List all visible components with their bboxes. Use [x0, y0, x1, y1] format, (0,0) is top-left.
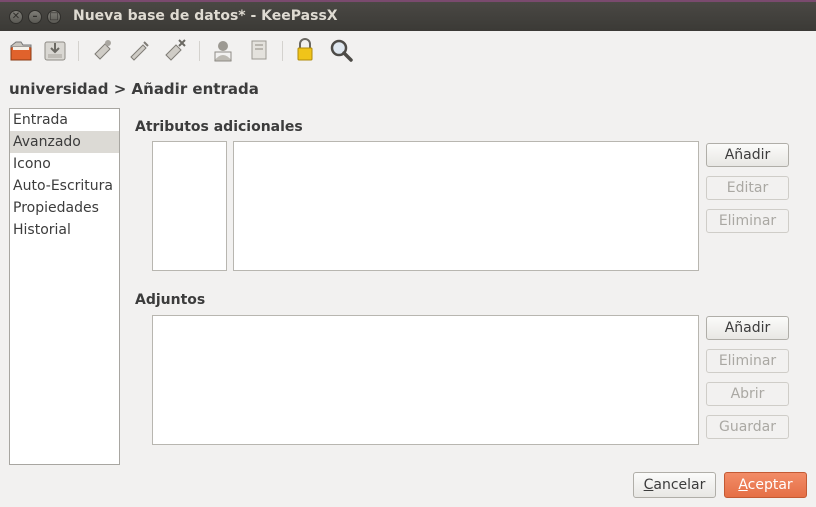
attributes-value-editor[interactable] [233, 141, 699, 271]
attributes-name-list[interactable] [152, 141, 227, 271]
cancel-button[interactable]: Cancelar [633, 472, 716, 498]
attributes-add-button[interactable]: Añadir [706, 143, 789, 167]
edit-entry-icon[interactable] [127, 37, 153, 63]
attachments-remove-button[interactable]: Eliminar [706, 349, 789, 373]
lock-icon[interactable] [292, 37, 318, 63]
category-item-auto-escritura[interactable]: Auto-Escritura [10, 175, 119, 197]
page-title: universidad > Añadir entrada [9, 80, 259, 98]
close-icon: ✕ [11, 11, 21, 22]
cancel-button-mnemonic: C [643, 477, 654, 493]
accept-button[interactable]: Aceptar [724, 472, 807, 498]
cancel-button-label: ancelar [653, 477, 706, 493]
maximize-window-button[interactable]: □ [47, 10, 61, 24]
attachments-save-button[interactable]: Guardar [706, 415, 789, 439]
category-item-propiedades[interactable]: Propiedades [10, 197, 119, 219]
toolbar-separator [199, 41, 200, 61]
toolbar [0, 31, 816, 69]
close-window-button[interactable]: ✕ [9, 10, 23, 24]
open-database-icon[interactable] [8, 37, 34, 63]
attributes-edit-button[interactable]: Editar [706, 176, 789, 200]
accept-button-label: ceptar [747, 477, 793, 493]
attachments-list[interactable] [152, 315, 699, 445]
toolbar-separator [78, 41, 79, 61]
category-list: Entrada Avanzado Icono Auto-Escritura Pr… [9, 108, 120, 465]
title-bar: ✕ – □ Nueva base de datos* - KeePassX [0, 0, 816, 31]
attributes-section-title: Atributos adicionales [135, 119, 303, 135]
toolbar-separator [282, 41, 283, 61]
maximize-icon: □ [49, 11, 59, 22]
attachments-section-title: Adjuntos [135, 292, 206, 308]
add-entry-icon[interactable] [90, 37, 116, 63]
attachments-open-button[interactable]: Abrir [706, 382, 789, 406]
category-item-avanzado[interactable]: Avanzado [10, 131, 119, 153]
delete-entry-icon[interactable] [162, 37, 188, 63]
window-title: Nueva base de datos* - KeePassX [73, 8, 338, 24]
attachments-add-button[interactable]: Añadir [706, 316, 789, 340]
category-item-icono[interactable]: Icono [10, 153, 119, 175]
minimize-window-button[interactable]: – [28, 10, 42, 24]
search-icon[interactable] [328, 37, 354, 63]
copy-password-icon[interactable] [246, 37, 272, 63]
accept-button-mnemonic: A [738, 477, 748, 493]
copy-username-icon[interactable] [210, 37, 236, 63]
category-item-entrada[interactable]: Entrada [10, 109, 119, 131]
attributes-remove-button[interactable]: Eliminar [706, 209, 789, 233]
category-item-historial[interactable]: Historial [10, 219, 119, 241]
save-database-icon[interactable] [42, 37, 68, 63]
minimize-icon: – [32, 11, 38, 22]
